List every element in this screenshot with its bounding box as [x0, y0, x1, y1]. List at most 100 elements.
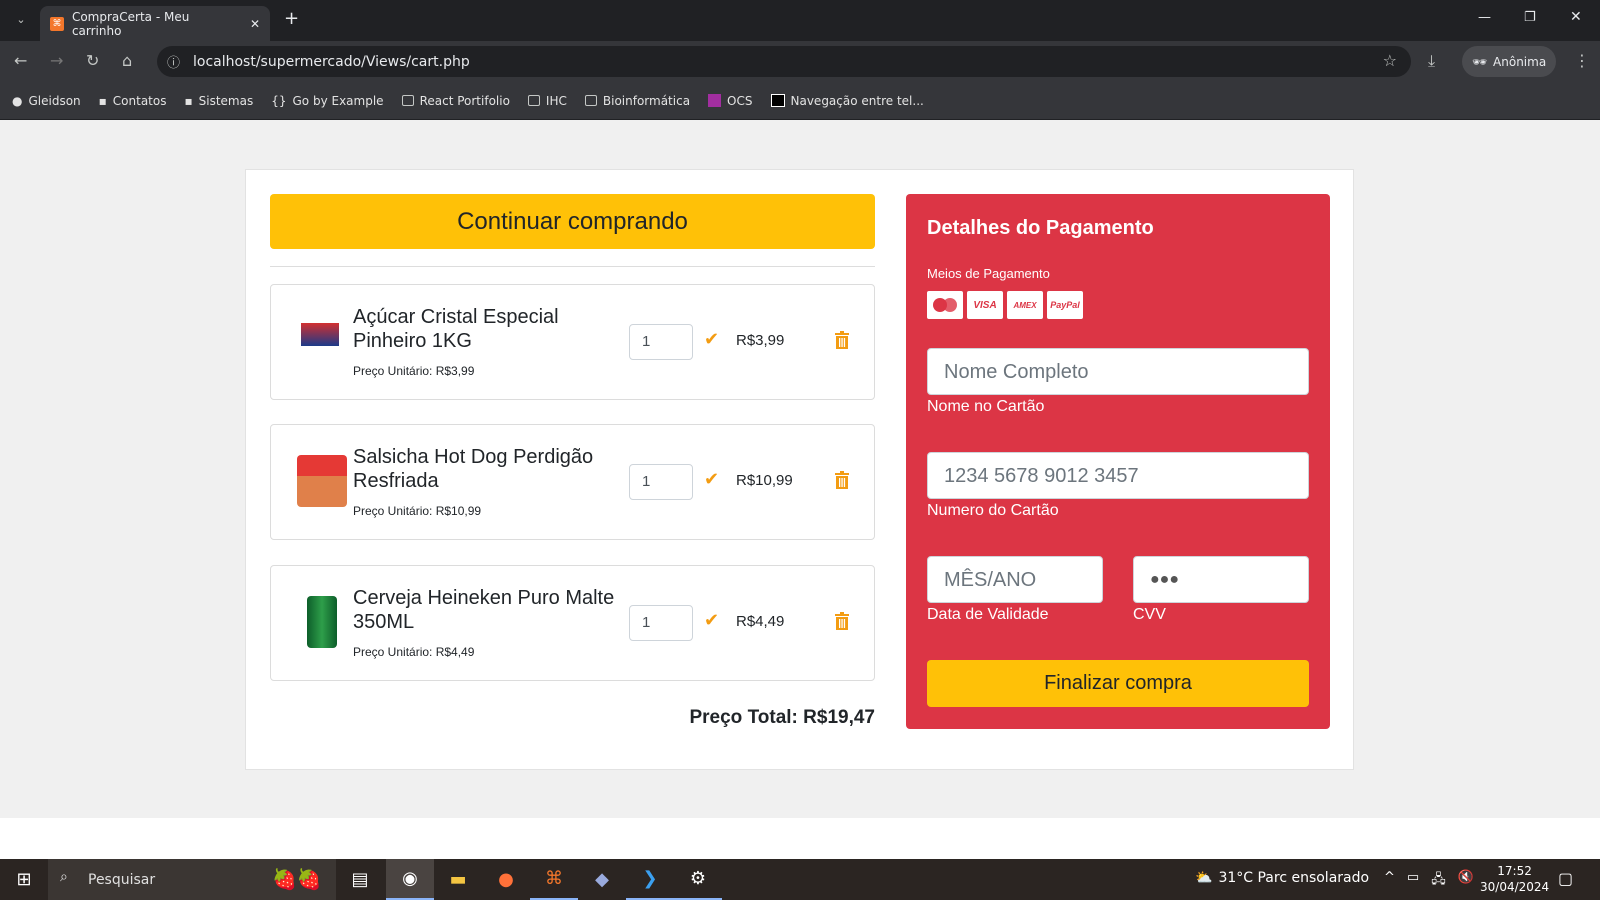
- quantity-input[interactable]: 1: [629, 324, 693, 360]
- bookmark-label: Contatos: [112, 93, 167, 108]
- bookmark-label: Gleidson: [28, 93, 81, 108]
- app-icon[interactable]: ◆: [578, 859, 626, 900]
- visa-icon: VISA: [967, 291, 1003, 319]
- download-icon[interactable]: ⤓: [1428, 51, 1435, 71]
- tab-list-button[interactable]: ⌄: [10, 8, 32, 32]
- chrome-taskbar-icon[interactable]: ◉: [386, 859, 434, 900]
- firefox-icon[interactable]: ●: [482, 859, 530, 900]
- payment-title: Detalhes do Pagamento: [927, 217, 1154, 239]
- bookmark-label: Bioinformática: [602, 93, 691, 108]
- task-view-icon[interactable]: ▤: [336, 859, 384, 900]
- continue-shopping-button[interactable]: Continuar comprando: [270, 194, 875, 249]
- incognito-profile-button[interactable]: 🕶 Anônima: [1462, 46, 1556, 77]
- expiry-label: Data de Validade: [927, 606, 1049, 623]
- mastercard-icon: [927, 291, 963, 319]
- payment-panel: Detalhes do Pagamento Meios de Pagamento…: [906, 194, 1330, 729]
- quantity-input[interactable]: 1: [629, 464, 693, 500]
- network-icon: 🖧: [1431, 872, 1446, 887]
- back-icon[interactable]: ←: [14, 51, 27, 70]
- bookmark-star-icon[interactable]: ☆: [1383, 51, 1397, 70]
- file-explorer-icon[interactable]: ▬: [434, 859, 482, 900]
- bookmark-react-portifolio[interactable]: React Portifolio: [401, 94, 510, 108]
- url-text: localhost/supermercado/Views/cart.php: [193, 53, 470, 70]
- profile-label: Anônima: [1493, 54, 1547, 69]
- folder-icon: [584, 95, 597, 106]
- vscode-icon[interactable]: ❯: [626, 859, 674, 900]
- forward-icon[interactable]: →: [50, 51, 63, 70]
- weather-widget[interactable]: ⛅ 31°C Parc ensolarado: [1195, 870, 1369, 886]
- bookmark-bioinformatica[interactable]: Bioinformática: [584, 93, 691, 108]
- notifications-icon[interactable]: ▢: [1558, 869, 1573, 888]
- globe-icon: ●: [12, 93, 23, 108]
- card-name-input[interactable]: Nome Completo: [927, 348, 1309, 395]
- bookmark-label: Navegação entre tel...: [790, 93, 924, 108]
- paypal-icon: PayPal: [1047, 291, 1083, 319]
- total-price: Preço Total: R$19,47: [689, 707, 875, 728]
- cvv-input[interactable]: ●●●: [1133, 556, 1309, 603]
- unit-price: Preço Unitário: R$4,49: [353, 645, 475, 659]
- trash-icon[interactable]: [835, 612, 849, 630]
- finalize-purchase-button[interactable]: Finalizar compra: [927, 660, 1309, 707]
- windows-start-icon[interactable]: ⊞: [0, 859, 48, 900]
- system-tray[interactable]: ^ ▭ 🖧 🔇: [1384, 870, 1474, 892]
- bookmark-label: Go by Example: [292, 93, 384, 108]
- page-bottom: [0, 818, 1600, 859]
- trash-icon[interactable]: [835, 331, 849, 349]
- unit-price: Preço Unitário: R$3,99: [353, 364, 475, 378]
- expiry-input[interactable]: MÊS/ANO: [927, 556, 1103, 603]
- date: 30/04/2024: [1480, 880, 1550, 894]
- bookmark-contatos[interactable]: ▪ Contatos: [99, 94, 167, 108]
- bookmark-navegacao[interactable]: Navegação entre tel...: [770, 93, 924, 108]
- payment-methods-label: Meios de Pagamento: [927, 266, 1050, 281]
- address-bar-row: ← → ↻ ⌂ ⓘ localhost/supermercado/Views/c…: [0, 41, 1600, 82]
- minimize-button[interactable]: —: [1478, 10, 1491, 25]
- restore-button[interactable]: ❐: [1524, 10, 1536, 25]
- cart-item: Salsicha Hot Dog Perdigão Resfriada Preç…: [270, 424, 875, 540]
- weather-icon: ⛅: [1195, 870, 1213, 886]
- cart-item: Cerveja Heineken Puro Malte 350ML Preço …: [270, 565, 875, 681]
- new-tab-button[interactable]: +: [284, 8, 299, 29]
- quantity-input[interactable]: 1: [629, 605, 693, 641]
- home-icon[interactable]: ⌂: [122, 51, 132, 70]
- xampp-icon[interactable]: ⌘: [530, 859, 578, 900]
- search-icon: ⌕: [60, 869, 68, 885]
- tab-bar: ⌄ ⌘ CompraCerta - Meu carrinho ✕ + — ❐ ✕: [0, 0, 1600, 41]
- folder-icon: [401, 95, 414, 106]
- chevron-up-icon: ^: [1384, 870, 1395, 885]
- trash-icon[interactable]: [835, 471, 849, 489]
- product-name: Cerveja Heineken Puro Malte 350ML: [353, 587, 615, 633]
- product-name: Salsicha Hot Dog Perdigão Resfriada: [353, 446, 594, 492]
- folder-icon: [527, 95, 540, 106]
- confirm-check-icon[interactable]: ✔: [704, 469, 719, 490]
- menu-icon[interactable]: ⋮: [1574, 51, 1590, 70]
- bookmarks-bar: ● Gleidson ▪ Contatos ▪ Sistemas {} Go by Ex…: [0, 82, 1600, 120]
- incognito-icon: 🕶: [1471, 54, 1488, 69]
- card-number-input[interactable]: 1234 5678 9012 3457: [927, 452, 1309, 499]
- bookmark-gleidson[interactable]: ● Gleidson: [12, 94, 81, 108]
- bookmark-ihc[interactable]: IHC: [527, 94, 567, 108]
- clock[interactable]: 17:52 30/04/2024: [1480, 863, 1549, 895]
- card-number-label: Numero do Cartão: [927, 502, 1059, 519]
- braces-icon: {}: [271, 93, 287, 108]
- reload-icon[interactable]: ↻: [86, 51, 99, 70]
- cart-item: Açúcar Cristal Especial Pinheiro 1KG Pre…: [270, 284, 875, 400]
- active-tab[interactable]: ⌘ CompraCerta - Meu carrinho ✕: [40, 6, 270, 41]
- confirm-check-icon[interactable]: ✔: [704, 610, 719, 631]
- item-price: R$10,99: [736, 472, 793, 489]
- app-tray-icon: ▭: [1406, 870, 1420, 885]
- bookmark-ocs[interactable]: OCS: [708, 94, 753, 108]
- bookmark-go-by-example[interactable]: {} Go by Example: [271, 94, 383, 108]
- product-image: [301, 315, 339, 367]
- url-input[interactable]: ⓘ localhost/supermercado/Views/cart.php …: [157, 46, 1411, 77]
- close-window-button[interactable]: ✕: [1570, 9, 1582, 25]
- site-info-icon[interactable]: ⓘ: [167, 52, 180, 71]
- strawberry-icon: 🍓🍓: [272, 867, 322, 891]
- confirm-check-icon[interactable]: ✔: [704, 329, 719, 350]
- tab-title: CompraCerta - Meu carrinho: [71, 9, 190, 38]
- close-tab-icon[interactable]: ✕: [250, 17, 260, 31]
- amex-icon: AMEX: [1007, 291, 1043, 319]
- page-icon: ▪: [98, 93, 107, 108]
- bookmark-sistemas[interactable]: ▪ Sistemas: [184, 94, 253, 108]
- taskbar-search[interactable]: ⌕ Pesquisar 🍓🍓: [48, 859, 336, 900]
- settings-icon[interactable]: ⚙: [674, 859, 722, 900]
